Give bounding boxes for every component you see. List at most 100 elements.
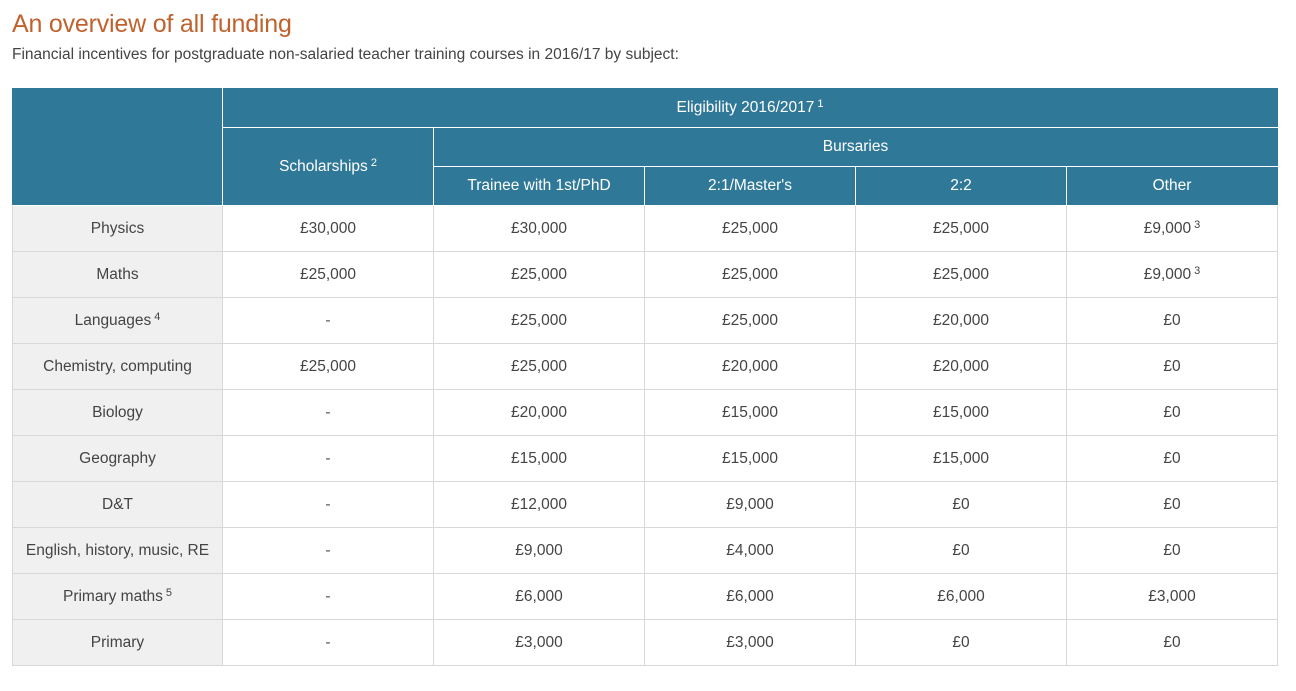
page-subtitle: Financial incentives for postgraduate no… <box>12 46 679 63</box>
cell-two-one: £4,000 <box>644 527 856 574</box>
cell-value: - <box>325 311 331 329</box>
cell-subject: Biology <box>12 389 223 436</box>
cell-value: £6,000 <box>515 587 563 605</box>
cell-value: £0 <box>1163 449 1181 467</box>
table-row: Geography - £15,000 £15,000 £15,000 £0 <box>12 435 1279 482</box>
cell-two-one: £15,000 <box>644 435 856 482</box>
table-row: Biology - £20,000 £15,000 £15,000 £0 <box>12 389 1279 436</box>
cell-two-two: £20,000 <box>855 343 1067 390</box>
header-other: Other <box>1065 166 1279 206</box>
cell-first-phd: £9,000 <box>433 527 645 574</box>
cell-other: £0 <box>1065 527 1279 574</box>
cell-two-two: £25,000 <box>855 251 1067 298</box>
cell-value: £20,000 <box>721 357 779 375</box>
table-row: Physics £30,000 £30,000 £25,000 £25,000 £9,00… <box>12 205 1279 252</box>
cell-value: - <box>325 541 331 559</box>
cell-scholarship: - <box>222 619 434 666</box>
cell-subject: Maths <box>12 251 223 298</box>
cell-subject: Primary maths 5 <box>12 573 223 620</box>
cell-value: £0 <box>952 541 970 559</box>
cell-two-one: £25,000 <box>644 251 856 298</box>
header-two-two: 2:2 <box>855 166 1067 206</box>
cell-subject: Geography <box>12 435 223 482</box>
table-row: English, history, music, RE - £9,000 £4,000… <box>12 527 1279 574</box>
header-first-phd: Trainee with 1st/PhD <box>433 166 645 206</box>
cell-scholarship: £25,000 <box>222 251 434 298</box>
cell-first-phd: £25,000 <box>433 251 645 298</box>
cell-value: £9,000 <box>1143 265 1192 283</box>
page-title: An overview of all funding <box>12 10 292 38</box>
funding-table: Eligibility 2016/2017 1 Scholarships 2 Bur… <box>12 88 1279 666</box>
cell-subject: English, history, music, RE <box>12 527 223 574</box>
cell-other: £0 <box>1065 619 1279 666</box>
cell-value: - <box>325 633 331 651</box>
cell-value: £0 <box>1163 403 1181 421</box>
cell-first-phd: £15,000 <box>433 435 645 482</box>
cell-two-two: £0 <box>855 619 1067 666</box>
footnote-marker: 2 <box>370 156 377 169</box>
table-row: Primary maths 5 - £6,000 £6,000 £6,000 £3,000 <box>12 573 1279 620</box>
cell-two-two: £0 <box>855 527 1067 574</box>
cell-value: £9,000 <box>515 541 563 559</box>
table-row: Primary - £3,000 £3,000 £0 £0 <box>12 619 1279 666</box>
subject-label: English, history, music, RE <box>25 541 210 559</box>
cell-two-two: £0 <box>855 481 1067 528</box>
cell-value: £15,000 <box>932 449 990 467</box>
cell-first-phd: £30,000 <box>433 205 645 252</box>
cell-subject: D&T <box>12 481 223 528</box>
cell-two-one: £3,000 <box>644 619 856 666</box>
cell-subject: Languages 4 <box>12 297 223 344</box>
cell-scholarship: - <box>222 435 434 482</box>
cell-other: £9,000 3 <box>1065 251 1279 298</box>
footnote-marker: 5 <box>165 586 173 599</box>
cell-scholarship: - <box>222 573 434 620</box>
cell-value: £0 <box>1163 633 1181 651</box>
cell-two-one: £25,000 <box>644 205 856 252</box>
cell-value: - <box>325 587 331 605</box>
table-row: Maths £25,000 £25,000 £25,000 £25,000 £9,000 3 <box>12 251 1279 298</box>
cell-value: £25,000 <box>510 265 568 283</box>
cell-first-phd: £25,000 <box>433 343 645 390</box>
table-row: Chemistry, computing £25,000 £25,000 £20,00… <box>12 343 1279 390</box>
cell-value: £15,000 <box>510 449 568 467</box>
cell-two-two: £15,000 <box>855 435 1067 482</box>
cell-value: £20,000 <box>932 357 990 375</box>
cell-two-two: £6,000 <box>855 573 1067 620</box>
cell-scholarship: - <box>222 297 434 344</box>
cell-value: £0 <box>952 633 970 651</box>
cell-value: £9,000 <box>1143 219 1192 237</box>
cell-other: £3,000 <box>1065 573 1279 620</box>
cell-first-phd: £20,000 <box>433 389 645 436</box>
cell-other: £0 <box>1065 389 1279 436</box>
header-bursaries: Bursaries <box>432 127 1279 167</box>
cell-value: £25,000 <box>721 265 779 283</box>
subject-label: D&T <box>102 495 133 513</box>
cell-other: £9,000 3 <box>1065 205 1279 252</box>
cell-value: £20,000 <box>510 403 568 421</box>
table-header: Eligibility 2016/2017 1 Scholarships 2 Bur… <box>12 88 1279 206</box>
cell-value: £30,000 <box>510 219 568 237</box>
cell-value: £0 <box>1163 541 1181 559</box>
cell-two-one: £25,000 <box>644 297 856 344</box>
subject-label: Primary <box>90 633 145 651</box>
table-row: Languages 4 - £25,000 £25,000 £20,000 £0 <box>12 297 1279 344</box>
cell-two-two: £25,000 <box>855 205 1067 252</box>
header-eligibility: Eligibility 2016/2017 1 <box>221 88 1279 128</box>
cell-first-phd: £12,000 <box>433 481 645 528</box>
table-body: Physics £30,000 £30,000 £25,000 £25,000 £9,00… <box>12 205 1279 666</box>
cell-value: £15,000 <box>932 403 990 421</box>
cell-value: £6,000 <box>726 587 774 605</box>
cell-value: £25,000 <box>721 311 779 329</box>
subject-label: Chemistry, computing <box>43 357 192 375</box>
footnote-marker: 1 <box>817 98 824 110</box>
cell-scholarship: £25,000 <box>222 343 434 390</box>
cell-two-one: £20,000 <box>644 343 856 390</box>
cell-value: - <box>325 449 331 467</box>
cell-value: £30,000 <box>299 219 357 237</box>
header-eligibility-label: Eligibility 2016/2017 <box>676 99 815 116</box>
cell-value: £0 <box>1163 311 1181 329</box>
subject-label: Biology <box>92 403 143 421</box>
footnote-marker: 3 <box>1194 218 1201 231</box>
cell-value: £25,000 <box>721 219 779 237</box>
cell-first-phd: £25,000 <box>433 297 645 344</box>
